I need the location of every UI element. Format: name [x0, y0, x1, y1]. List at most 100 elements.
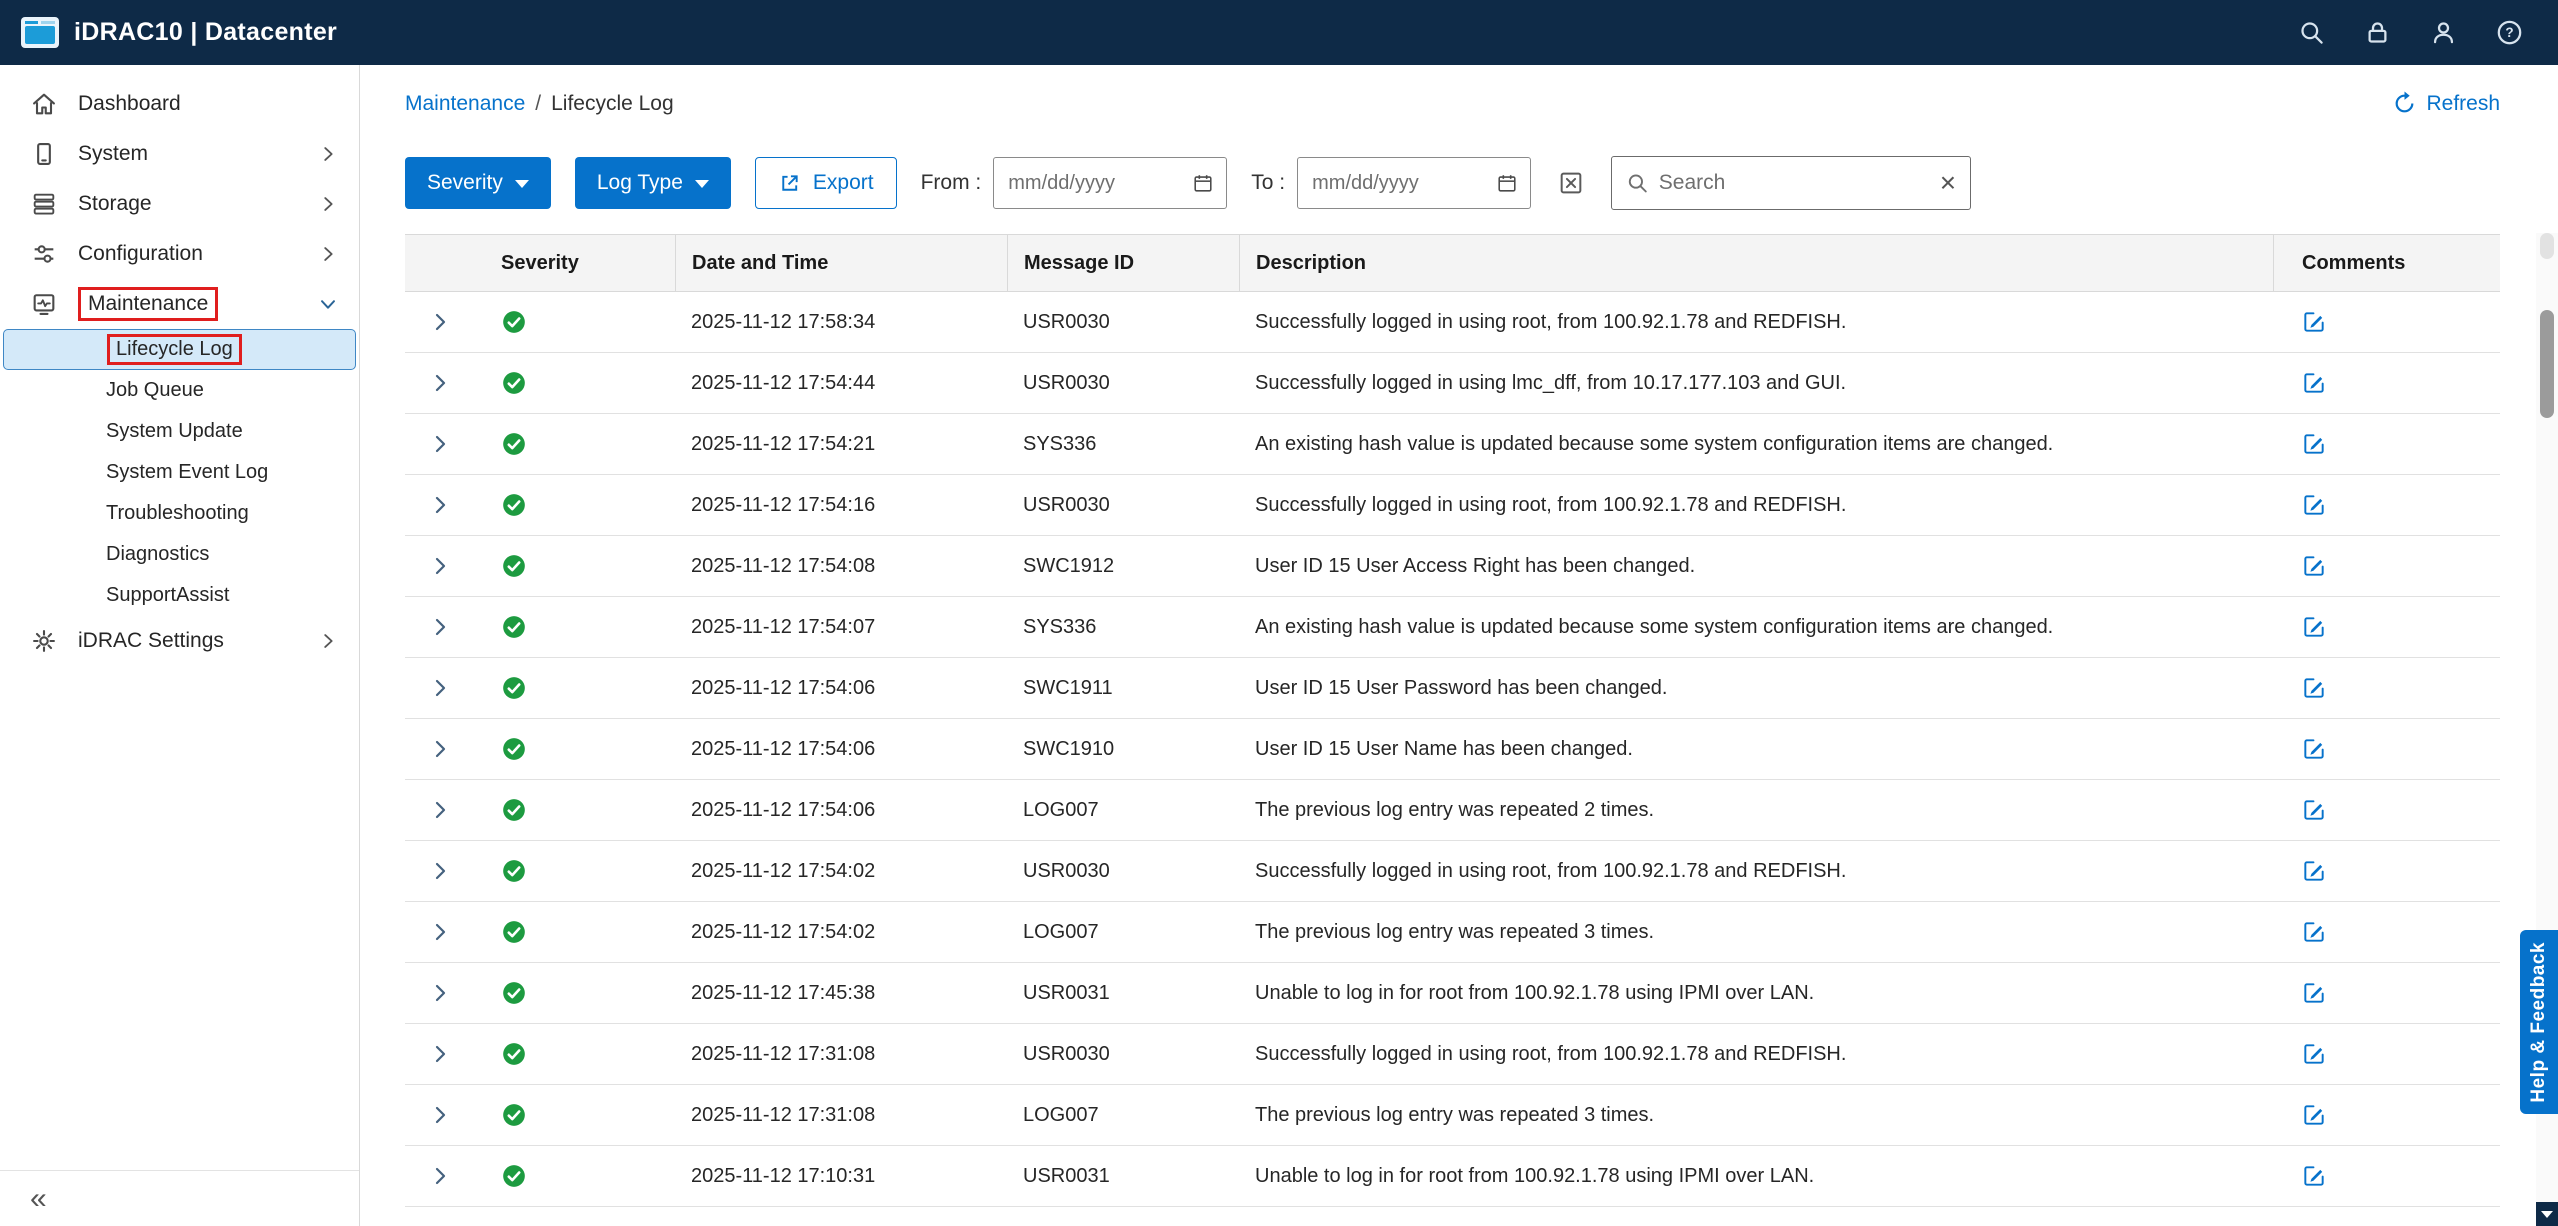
chevron-down-icon [317, 293, 339, 315]
sidebar-item-system[interactable]: System [0, 129, 359, 179]
severity-cell [475, 309, 675, 335]
row-expand-button[interactable] [405, 798, 475, 822]
lock-icon[interactable] [2362, 18, 2392, 48]
edit-comment-icon [2301, 1102, 2327, 1128]
comment-edit-button[interactable] [2273, 309, 2500, 335]
clear-date-filter-button[interactable] [1555, 167, 1587, 199]
row-expand-button[interactable] [405, 371, 475, 395]
row-expand-button[interactable] [405, 310, 475, 334]
row-expand-button[interactable] [405, 920, 475, 944]
table-row: 2025-11-12 17:54:07 SYS336 An existing h… [405, 597, 2500, 658]
row-expand-button[interactable] [405, 432, 475, 456]
sidebar-item-idrac-settings[interactable]: iDRAC Settings [0, 616, 359, 666]
help-icon[interactable]: ? [2494, 18, 2524, 48]
sidebar-collapse-button[interactable]: « [30, 1184, 47, 1214]
sidebar-item-label: System [78, 142, 148, 166]
breadcrumb-parent[interactable]: Maintenance [405, 92, 525, 116]
row-expand-button[interactable] [405, 1164, 475, 1188]
comment-edit-button[interactable] [2273, 797, 2500, 823]
comment-edit-button[interactable] [2273, 919, 2500, 945]
severity-cell [475, 736, 675, 762]
sidebar-item-label: Storage [78, 192, 152, 216]
severity-ok-icon [501, 980, 527, 1006]
caret-down-icon [515, 180, 529, 188]
table-row: 2025-11-12 17:31:08 USR0030 Successfully… [405, 1024, 2500, 1085]
row-expand-button[interactable] [405, 1103, 475, 1127]
message-id-cell: SWC1910 [1007, 738, 1239, 761]
row-expand-button[interactable] [405, 737, 475, 761]
chevron-right-icon [428, 371, 452, 395]
help-feedback-label: Help & Feedback [2528, 942, 2550, 1103]
log-type-filter-button[interactable]: Log Type [575, 157, 731, 209]
comment-edit-button[interactable] [2273, 1041, 2500, 1067]
comment-edit-button[interactable] [2273, 858, 2500, 884]
to-date-input[interactable]: mm/dd/yyyy [1297, 157, 1531, 209]
search-input[interactable] [1659, 171, 1930, 195]
sidebar-item-job-queue[interactable]: Job Queue [0, 370, 359, 411]
description-cell: The previous log entry was repeated 2 ti… [1239, 799, 2273, 822]
comment-edit-button[interactable] [2273, 980, 2500, 1006]
configuration-icon [30, 240, 58, 268]
from-date-value: mm/dd/yyyy [1008, 172, 1115, 195]
comment-edit-button[interactable] [2273, 1163, 2500, 1189]
datetime-cell: 2025-11-12 17:31:08 [675, 1043, 1007, 1066]
row-expand-button[interactable] [405, 676, 475, 700]
severity-cell [475, 492, 675, 518]
sidebar-item-system-update[interactable]: System Update [0, 411, 359, 452]
sidebar-item-configuration[interactable]: Configuration [0, 229, 359, 279]
sidebar-item-label: Troubleshooting [106, 502, 249, 525]
scrollbar-down-button[interactable] [2536, 1202, 2558, 1226]
comment-edit-button[interactable] [2273, 431, 2500, 457]
severity-filter-button[interactable]: Severity [405, 157, 551, 209]
severity-cell [475, 1102, 675, 1128]
row-expand-button[interactable] [405, 554, 475, 578]
sidebar-item-dashboard[interactable]: Dashboard [0, 79, 359, 129]
sidebar-item-system-event-log[interactable]: System Event Log [0, 452, 359, 493]
sidebar-item-diagnostics[interactable]: Diagnostics [0, 534, 359, 575]
table-row: 2025-11-12 17:31:08 LOG007 The previous … [405, 1085, 2500, 1146]
row-expand-button[interactable] [405, 1042, 475, 1066]
comment-edit-button[interactable] [2273, 675, 2500, 701]
refresh-button[interactable]: Refresh [2392, 91, 2500, 116]
chevron-right-icon [317, 143, 339, 165]
comment-edit-button[interactable] [2273, 370, 2500, 396]
chevron-right-icon [317, 193, 339, 215]
sidebar-item-supportassist[interactable]: SupportAssist [0, 575, 359, 616]
severity-filter-label: Severity [427, 171, 503, 195]
datetime-cell: 2025-11-12 17:54:08 [675, 555, 1007, 578]
description-cell: Successfully logged in using root, from … [1239, 494, 2273, 517]
from-date-input[interactable]: mm/dd/yyyy [993, 157, 1227, 209]
sidebar-item-label: Job Queue [106, 379, 204, 402]
severity-cell [475, 919, 675, 945]
maintenance-icon [30, 290, 58, 318]
sidebar-item-label: System Event Log [106, 461, 268, 484]
chevron-right-icon [428, 310, 452, 334]
message-id-cell: LOG007 [1007, 921, 1239, 944]
row-expand-button[interactable] [405, 493, 475, 517]
scrollbar-thumb[interactable] [2540, 310, 2554, 418]
calendar-icon [1496, 172, 1518, 194]
datetime-cell: 2025-11-12 17:54:06 [675, 799, 1007, 822]
severity-cell [475, 797, 675, 823]
sidebar-item-maintenance[interactable]: Maintenance [0, 279, 359, 329]
export-button[interactable]: Export [755, 157, 897, 209]
help-feedback-tab[interactable]: Help & Feedback [2520, 930, 2558, 1114]
description-cell: The previous log entry was repeated 3 ti… [1239, 921, 2273, 944]
comment-edit-button[interactable] [2273, 1102, 2500, 1128]
comment-edit-button[interactable] [2273, 492, 2500, 518]
sidebar-item-troubleshooting[interactable]: Troubleshooting [0, 493, 359, 534]
comment-edit-button[interactable] [2273, 553, 2500, 579]
search-clear-icon[interactable]: × [1940, 169, 1956, 197]
comment-edit-button[interactable] [2273, 614, 2500, 640]
home-icon [30, 90, 58, 118]
table-row: 2025-11-12 17:58:34 USR0030 Successfully… [405, 292, 2500, 353]
row-expand-button[interactable] [405, 859, 475, 883]
calendar-icon [1192, 172, 1214, 194]
sidebar-item-lifecycle-log[interactable]: Lifecycle Log [3, 329, 356, 370]
sidebar-item-storage[interactable]: Storage [0, 179, 359, 229]
comment-edit-button[interactable] [2273, 736, 2500, 762]
search-icon[interactable] [2296, 18, 2326, 48]
row-expand-button[interactable] [405, 615, 475, 639]
row-expand-button[interactable] [405, 981, 475, 1005]
user-icon[interactable] [2428, 18, 2458, 48]
